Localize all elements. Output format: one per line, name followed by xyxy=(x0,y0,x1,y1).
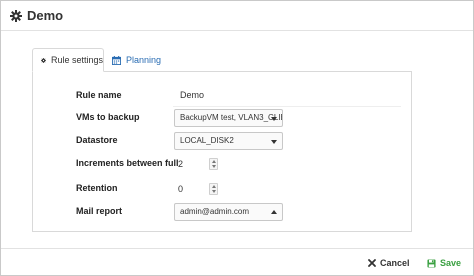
dialog-title: Demo xyxy=(27,8,64,23)
save-button[interactable]: Save xyxy=(427,258,461,268)
close-icon xyxy=(368,259,376,267)
stepper-up-icon[interactable] xyxy=(211,160,216,163)
stepper-up-icon[interactable] xyxy=(211,185,216,188)
cancel-label: Cancel xyxy=(380,258,410,268)
gear-icon xyxy=(41,57,46,63)
datastore-select[interactable]: LOCAL_DISK2 xyxy=(174,132,283,150)
mail-row: Mail report admin@admin.com xyxy=(33,203,411,223)
save-label: Save xyxy=(440,258,462,268)
dialog-header: Demo xyxy=(1,1,473,31)
divider xyxy=(173,106,401,107)
mail-select[interactable]: admin@admin.com xyxy=(174,203,283,221)
tab-planning[interactable]: Planning xyxy=(112,48,161,72)
rule-name-label: Rule name xyxy=(76,90,122,100)
mail-label: Mail report xyxy=(76,206,123,216)
caret-up-icon xyxy=(271,210,277,214)
retention-stepper[interactable] xyxy=(209,183,218,195)
gear-icon xyxy=(10,10,22,22)
calendar-icon xyxy=(112,55,121,65)
vms-select[interactable]: BackupVM test, VLAN3_CLIE xyxy=(174,109,283,127)
rule-name-value[interactable]: Demo xyxy=(180,90,204,100)
datastore-selected-value: LOCAL_DISK2 xyxy=(180,136,234,145)
datastore-label: Datastore xyxy=(76,135,118,145)
vms-label: VMs to backup xyxy=(76,112,140,122)
floppy-disk-icon xyxy=(427,258,436,268)
tab-label: Planning xyxy=(126,55,162,65)
vms-row: VMs to backup BackupVM test, VLAN3_CLIE xyxy=(33,109,411,129)
dialog-footer: Cancel Save xyxy=(1,248,473,276)
mail-selected-value: admin@admin.com xyxy=(180,207,250,216)
retention-label: Retention xyxy=(76,183,118,193)
caret-down-icon xyxy=(271,140,277,144)
increments-stepper[interactable] xyxy=(209,158,218,170)
tab-label: Rule settings xyxy=(50,55,103,65)
rule-name-row: Rule name Demo xyxy=(33,87,411,107)
vms-selected-value: BackupVM test, VLAN3_CLIE xyxy=(180,113,283,122)
caret-down-icon xyxy=(271,117,277,121)
cancel-button[interactable]: Cancel xyxy=(368,258,410,268)
stepper-down-icon[interactable] xyxy=(211,190,216,193)
retention-row: Retention 0 xyxy=(33,180,411,200)
rule-dialog: Demo Rule settings Planning Rule name De… xyxy=(0,0,474,276)
datastore-row: Datastore LOCAL_DISK2 xyxy=(33,132,411,152)
stepper-down-icon[interactable] xyxy=(211,165,216,168)
increments-label: Increments between full xyxy=(76,158,179,168)
tab-rule-settings[interactable]: Rule settings xyxy=(32,48,104,72)
increments-row: Increments between full 2 xyxy=(33,155,411,175)
rule-settings-panel: Rule name Demo VMs to backup BackupVM te… xyxy=(32,71,412,232)
